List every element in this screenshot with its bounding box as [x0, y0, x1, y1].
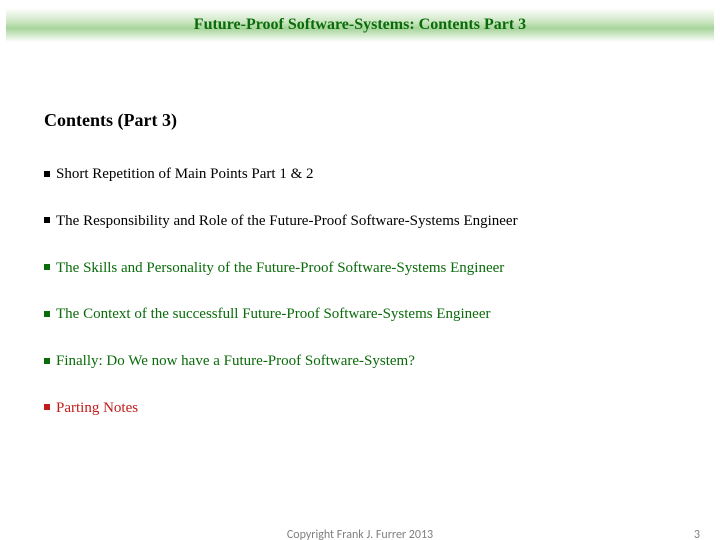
- contents-item: Finally: Do We now have a Future-Proof S…: [44, 352, 676, 371]
- header-title: Future-Proof Software-Systems: Contents …: [194, 16, 526, 34]
- header-bar: Future-Proof Software-Systems: Contents …: [6, 8, 714, 42]
- page-number: 3: [694, 528, 700, 540]
- contents-item: The Skills and Personality of the Future…: [44, 259, 676, 278]
- item-text: The Responsibility and Role of the Futur…: [56, 213, 518, 229]
- item-text: Short Repetition of Main Points Part 1 &…: [56, 166, 314, 182]
- bullet-icon: [44, 404, 50, 410]
- item-text: The Skills and Personality of the Future…: [56, 260, 504, 276]
- bullet-icon: [44, 358, 50, 364]
- bullet-icon: [44, 264, 50, 270]
- contents-item: The Context of the successfull Future-Pr…: [44, 305, 676, 324]
- slide-body: Contents (Part 3) Short Repetition of Ma…: [44, 110, 676, 446]
- item-text: Finally: Do We now have a Future-Proof S…: [56, 353, 415, 369]
- bullet-icon: [44, 311, 50, 317]
- contents-item: The Responsibility and Role of the Futur…: [44, 212, 676, 231]
- contents-item: Short Repetition of Main Points Part 1 &…: [44, 165, 676, 184]
- bullet-icon: [44, 217, 50, 223]
- slide: Future-Proof Software-Systems: Contents …: [0, 0, 720, 540]
- contents-item: Parting Notes: [44, 399, 676, 418]
- subtitle: Contents (Part 3): [44, 110, 676, 131]
- copyright-text: Copyright Frank J. Furrer 2013: [0, 528, 720, 540]
- item-text: The Context of the successfull Future-Pr…: [56, 306, 491, 322]
- bullet-icon: [44, 171, 50, 177]
- item-text: Parting Notes: [56, 400, 138, 416]
